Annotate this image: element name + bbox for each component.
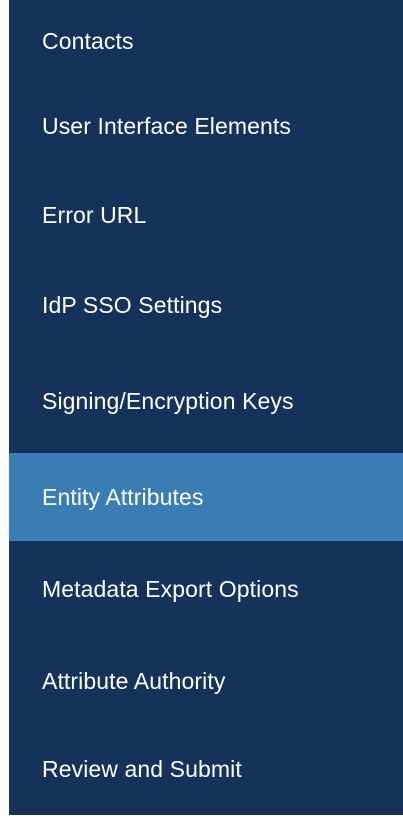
- sidebar-item-entity-attributes[interactable]: Entity Attributes: [9, 453, 403, 541]
- sidebar-item-signing-encryption-keys[interactable]: Signing/Encryption Keys: [9, 350, 403, 453]
- sidebar-nav: Contacts User Interface Elements Error U…: [9, 0, 403, 815]
- sidebar-item-metadata-export-options[interactable]: Metadata Export Options: [9, 541, 403, 638]
- sidebar-item-user-interface-elements[interactable]: User Interface Elements: [9, 82, 403, 170]
- sidebar-item-contacts[interactable]: Contacts: [9, 0, 403, 82]
- sidebar-item-idp-sso-settings[interactable]: IdP SSO Settings: [9, 260, 403, 350]
- sidebar-nav-list: Contacts User Interface Elements Error U…: [9, 0, 403, 815]
- sidebar-item-error-url[interactable]: Error URL: [9, 170, 403, 260]
- sidebar-item-review-and-submit[interactable]: Review and Submit: [9, 724, 403, 815]
- sidebar-item-attribute-authority[interactable]: Attribute Authority: [9, 638, 403, 724]
